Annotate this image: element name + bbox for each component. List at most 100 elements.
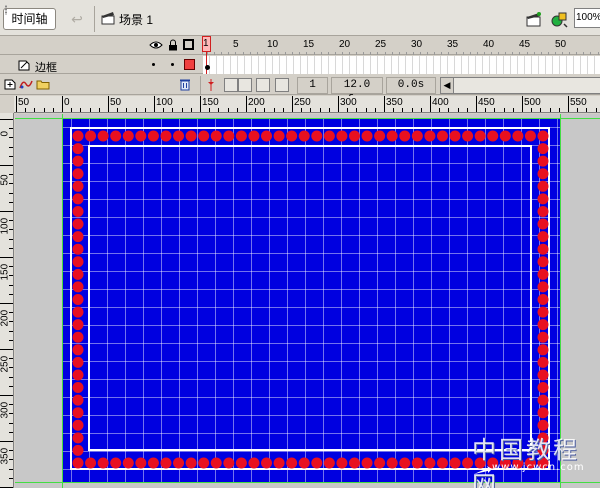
border-dot	[537, 168, 549, 180]
border-dot	[210, 457, 222, 469]
border-dot	[261, 457, 273, 469]
border-dot	[537, 155, 549, 167]
border-dot	[411, 457, 423, 469]
border-dot	[424, 130, 436, 142]
border-dot	[537, 243, 549, 255]
border-dot	[537, 218, 549, 230]
border-dot	[235, 457, 247, 469]
border-dot	[198, 457, 210, 469]
border-dot	[173, 130, 185, 142]
border-dot	[537, 407, 549, 419]
border-dot	[537, 394, 549, 406]
border-dot	[323, 130, 335, 142]
border-dot	[85, 457, 97, 469]
border-dot	[336, 457, 348, 469]
border-dot	[386, 130, 398, 142]
border-dot	[72, 256, 84, 268]
border-dot	[537, 319, 549, 331]
watermark-title: 中国教程网	[472, 436, 580, 488]
border-dot	[72, 268, 84, 280]
border-dot	[462, 130, 474, 142]
border-dot	[72, 168, 84, 180]
border-dot	[524, 130, 536, 142]
border-dot	[72, 319, 84, 331]
border-dot	[72, 218, 84, 230]
border-dot	[135, 130, 147, 142]
border-dot	[72, 407, 84, 419]
border-dot	[537, 369, 549, 381]
border-dot	[512, 130, 524, 142]
border-dot	[537, 143, 549, 155]
border-dot	[85, 130, 97, 142]
border-dot	[537, 281, 549, 293]
border-dot	[72, 231, 84, 243]
border-dot	[399, 130, 411, 142]
border-dot	[72, 294, 84, 305]
border-dot	[72, 143, 84, 155]
border-dot	[72, 457, 84, 469]
border-dot	[185, 457, 197, 469]
border-dot	[537, 180, 549, 192]
border-dot	[223, 130, 235, 142]
border-dot	[97, 457, 109, 469]
border-dot	[348, 130, 360, 142]
border-dot	[72, 394, 84, 406]
border-dot	[72, 193, 84, 205]
border-dot	[223, 457, 235, 469]
border-dot	[72, 382, 84, 394]
border-dot	[185, 130, 197, 142]
border-dot	[537, 205, 549, 217]
border-dot	[248, 130, 260, 142]
border-dot	[286, 130, 298, 142]
border-dot	[336, 130, 348, 142]
border-dot	[361, 130, 373, 142]
border-dot	[72, 180, 84, 192]
border-dot	[348, 457, 360, 469]
border-dot	[487, 130, 499, 142]
border-dot	[537, 344, 549, 356]
border-dot	[198, 130, 210, 142]
border-dot	[122, 457, 134, 469]
border-dot	[449, 457, 461, 469]
border-dot	[537, 130, 549, 142]
border-dot	[537, 356, 549, 368]
border-dot	[72, 369, 84, 381]
border-dot	[147, 130, 159, 142]
border-dot	[424, 457, 436, 469]
border-dot	[147, 457, 159, 469]
border-dot	[72, 344, 84, 356]
border-dot	[72, 155, 84, 167]
border-dot	[386, 457, 398, 469]
border-dot	[537, 193, 549, 205]
border-dot	[72, 281, 84, 293]
border-dot	[122, 130, 134, 142]
border-dot	[311, 130, 323, 142]
border-dot	[72, 432, 84, 444]
border-dot	[537, 268, 549, 280]
border-dot	[160, 130, 172, 142]
border-dot	[160, 457, 172, 469]
border-dot	[72, 306, 84, 318]
border-dot	[323, 457, 335, 469]
border-dot	[311, 457, 323, 469]
border-dot	[72, 419, 84, 431]
border-dot	[286, 457, 298, 469]
border-dot	[261, 130, 273, 142]
border-dot	[537, 294, 549, 305]
border-dot	[361, 457, 373, 469]
border-dot	[235, 130, 247, 142]
border-dot	[72, 331, 84, 343]
border-dot	[537, 231, 549, 243]
border-dot	[537, 331, 549, 343]
border-dot	[537, 382, 549, 394]
border-dot	[374, 130, 386, 142]
watermark-url: www.jcwcn.com	[492, 462, 585, 473]
border-dot	[273, 457, 285, 469]
border-dot	[72, 243, 84, 255]
border-dot	[248, 457, 260, 469]
border-dot	[474, 130, 486, 142]
border-dot	[72, 130, 84, 142]
border-dot	[399, 457, 411, 469]
dot-border[interactable]	[0, 0, 600, 488]
border-dot	[411, 130, 423, 142]
